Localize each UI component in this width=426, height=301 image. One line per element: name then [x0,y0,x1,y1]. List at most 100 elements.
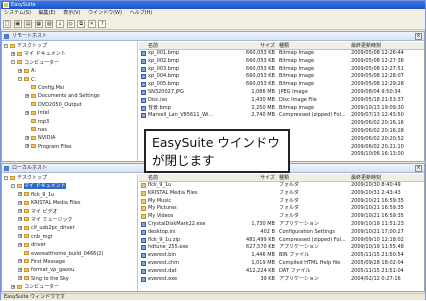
file-row[interactable]: My Videos フォルダ 2009/10/21 16:59:35 [139,213,424,221]
file-row[interactable]: everest.chm 1,019 MB Compiled HTML Help fi… [139,260,424,268]
file-row[interactable]: My Music フォルダ 2009/10/21 16:59:35 [139,198,424,206]
expander-icon[interactable]: + [11,284,15,289]
tree-item[interactable]: - デスクトップ [2,42,137,50]
file-row[interactable]: everest.bin 1,446 MB BIN ファイル 2005/11/15 21… [139,252,424,260]
tree-item[interactable]: mp3 [2,118,137,126]
file-row[interactable]: xp_002.bmp 660,053 KB Bitmap Image 2009/05/… [139,58,424,66]
menu-system[interactable]: システム(S) [1,9,34,18]
file-row[interactable]: 背景.bmp 2,250 MB Bitmap Image 2009/10/13 19:… [139,105,424,113]
expander-icon[interactable]: + [18,225,22,230]
expander-icon[interactable]: + [25,110,29,115]
file-row[interactable]: xp_005.bmp 660,053 KB Bitmap Image 2009/05/… [139,81,424,89]
tree-item[interactable]: - マイ ドキュメント [2,182,137,190]
tree-item[interactable]: + First Message [2,258,137,266]
tree-item[interactable]: + A: [2,67,137,75]
expander-icon[interactable]: - [11,60,15,65]
tree-item[interactable]: + cnb_mgr [2,233,137,241]
new-icon[interactable]: □ [3,20,11,28]
file-row[interactable]: everest.exe 39 KB アプリケーション 2004/02/12 0:27:… [139,276,424,284]
tree-item-label: format_vp_gaoou [31,267,75,274]
help-icon[interactable]: ? [98,20,107,28]
expander-icon[interactable]: + [25,135,29,140]
column-name[interactable]: 名前 [148,174,236,182]
file-row[interactable]: KRISTAL Media Files フォルダ 2009/10/31 2:43:4… [139,190,424,198]
file-row[interactable]: flck_9_1u.zip 481,499 KB Compressed (zippe… [139,237,424,245]
menu-edit[interactable]: 編集(E) [36,9,59,18]
expander-icon[interactable]: - [4,175,8,180]
file-row[interactable]: xp_003.bmp 660,053 KB Bitmap Image 2009/05/… [139,66,424,74]
tree-item[interactable]: evereatthome_build_0466(2) [2,250,137,258]
tree-item[interactable]: DVD2050_Output [2,101,137,109]
expander-icon[interactable]: + [18,242,22,247]
column-modified[interactable]: 最終更新時刻 [351,42,421,50]
tree-item[interactable]: - コンピューター [2,59,137,67]
download-icon[interactable]: ↓ [55,20,64,28]
expander-icon[interactable]: - [11,183,15,188]
delete-icon[interactable]: ✕ [87,20,96,28]
expander-icon[interactable]: + [18,234,22,239]
expander-icon[interactable]: - [4,43,8,48]
tree-item[interactable]: - デスクトップ [2,174,137,182]
file-name: everest.chm [148,259,180,266]
column-name[interactable]: 名前 [148,42,236,50]
folder-icon [141,190,146,196]
file-row[interactable]: CrystalDiskMark22.exe 1,730 MB アプリケーション 200… [139,221,424,229]
file-row[interactable]: xp_001.bmp 660,053 KB Bitmap Image 2009/05/… [139,50,424,58]
menu-help[interactable]: ヘルプ(H) [127,9,156,18]
expander-icon[interactable]: + [25,93,29,98]
column-modified[interactable]: 最終更新時刻 [351,174,421,182]
file-row[interactable]: Disc.iso 1,430 MB Disc Image File 2009/05/1… [139,97,424,105]
tree-item[interactable]: - C: [2,76,137,84]
expander-icon[interactable]: + [18,217,22,222]
column-type[interactable]: 種類 [279,174,347,182]
expander-icon[interactable]: + [18,259,22,264]
open-icon[interactable]: ▣ [13,20,22,28]
tree-item[interactable]: + Sing to the Sky [2,275,137,283]
tree-item[interactable]: + マイ ビデオ [2,208,137,216]
tree-item[interactable]: nas [2,126,137,134]
close-icon[interactable]: × [415,165,422,172]
tree-item[interactable]: + flck_9_1u [2,191,137,199]
expander-icon[interactable]: + [18,200,22,205]
tree-item[interactable]: + NVIDIA [2,134,137,142]
tree-item[interactable]: + マイ ドキュメント [2,50,137,58]
view-list-icon[interactable]: ▤ [24,20,33,28]
expander-icon[interactable]: + [18,209,22,214]
tree-item[interactable]: + マイ ミュージック [2,216,137,224]
file-row[interactable]: flck_9_1u フォルダ 2009/10/30 8:40:49 [139,182,424,190]
tree-item[interactable]: + Intel [2,109,137,117]
tree-item[interactable]: + driver [2,241,137,249]
file-row[interactable]: hdtune_255.exe 627,570 KB アプリケーション 2009/10/… [139,244,424,252]
column-type[interactable]: 種類 [279,42,347,50]
file-row[interactable]: everest.dat 412,224 KB DAT ファイル 2005/11/15 … [139,268,424,276]
column-size[interactable]: サイズ [237,42,275,50]
file-row[interactable]: My Pictures フォルダ 2009/10/21 16:59:35 [139,205,424,213]
expander-icon[interactable]: + [18,267,22,272]
expander-icon[interactable]: + [11,51,15,56]
tree-item[interactable]: + Program Files [2,143,137,151]
close-icon[interactable]: × [415,33,422,40]
expander-icon[interactable]: + [25,144,29,149]
expander-icon[interactable]: + [18,276,22,281]
tree-item[interactable]: + Documents and Settings [2,92,137,100]
column-size[interactable]: サイズ [237,174,275,182]
file-row[interactable]: desktop.ini 402 B Configuration Settings 20… [139,229,424,237]
view-icon-icon[interactable]: ▧ [45,20,54,28]
file-row[interactable]: SN320027.JPG 1,086 MB JPEG Image 2009/08/04… [139,89,424,97]
tree-item[interactable]: Config.Msi [2,84,137,92]
file-row[interactable]: 2009/06/02 20:16:16 [139,120,424,128]
menu-view[interactable]: 表示(V) [60,9,83,18]
tree-item[interactable]: + cif_usb2pc_driver [2,224,137,232]
expander-icon[interactable]: + [18,192,22,197]
copy-icon[interactable]: ⧉ [77,20,86,28]
tree-item[interactable]: + KRISTAL Media Files [2,199,137,207]
tree-item[interactable]: + コンピューター [2,283,137,291]
file-row[interactable]: Marvell_Lan_V85611_Wi... 2,740 MB Compress… [139,112,424,120]
menu-window[interactable]: ウインドウ(W) [85,9,125,18]
view-detail-icon[interactable]: ▦ [34,20,43,28]
file-row[interactable]: xp_004.bmp 660,053 KB Bitmap Image 2009/05/… [139,73,424,81]
expander-icon[interactable]: - [18,77,22,82]
expander-icon[interactable]: + [18,68,22,73]
tree-item[interactable]: + format_vp_gaoou [2,266,137,274]
connect-icon[interactable]: ◎ [66,20,75,28]
